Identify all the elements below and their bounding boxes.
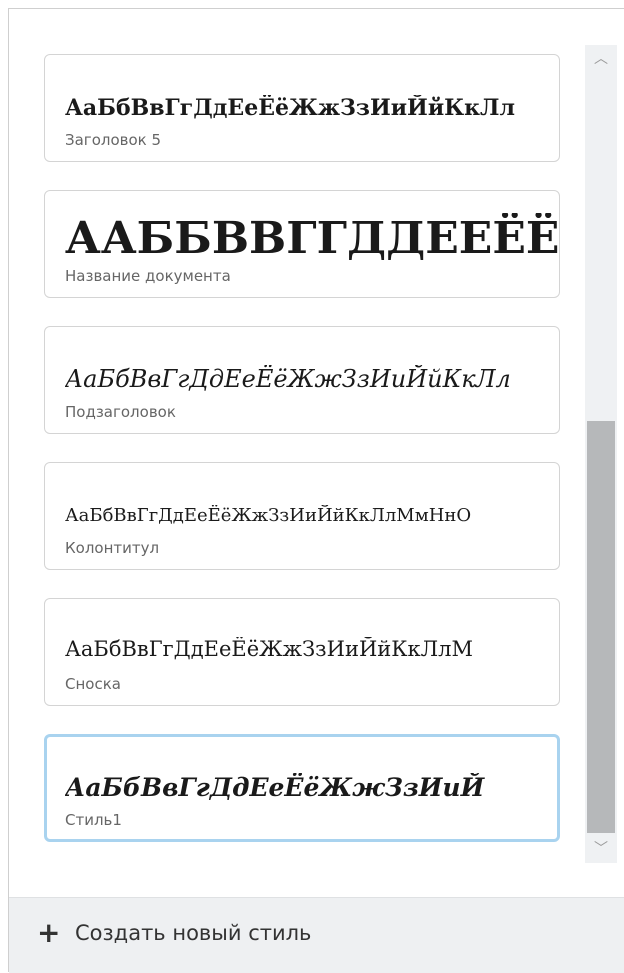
create-new-style-button[interactable]: + Создать новый стиль (9, 897, 624, 973)
style-label: Заголовок 5 (65, 131, 162, 149)
style-label: Колонтитул (65, 539, 160, 557)
style-card-document-title[interactable]: ААББВВГГДДЕЕЁЁЖЖ Название документа (44, 190, 560, 298)
style-preview: АаБбВвГгДдЕеЁёЖжЗзИиЙйКкЛлМмНнО (65, 505, 472, 526)
style-label: Сноска (65, 675, 121, 693)
style-label: Подзаголовок (65, 403, 176, 421)
style-card-heading5[interactable]: АаБбВвГгДдЕеЁёЖжЗзИиЙйКкЛл Заголовок 5 (44, 54, 560, 162)
style-card-subtitle[interactable]: АаБбВвГгДдЕеЁёЖжЗзИиЙйКкЛл Подзаголовок (44, 326, 560, 434)
style-preview: АаБбВвГгДдЕеЁёЖжЗзИиЙйКкЛл (65, 365, 511, 393)
style-card-footnote[interactable]: АаБбВвГгДдЕеЁёЖжЗзИиЙйКкЛлМ Сноска (44, 598, 560, 706)
chevron-down-icon[interactable]: ﹀ (585, 835, 617, 863)
style-list: АаБбВвГгДдЕеЁёЖжЗзИиЙйКкЛл Заголовок 5 А… (9, 9, 609, 899)
styles-panel: АаБбВвГгДдЕеЁёЖжЗзИиЙйКкЛл Заголовок 5 А… (8, 8, 624, 973)
style-label: Стиль1 (65, 811, 122, 829)
style-card-header-footer[interactable]: АаБбВвГгДдЕеЁёЖжЗзИиЙйКкЛлМмНнО Колонтит… (44, 462, 560, 570)
style-preview: ААББВВГГДДЕЕЁЁЖЖ (65, 213, 559, 264)
plus-icon: + (37, 916, 61, 949)
scrollbar-thumb[interactable] (587, 421, 615, 833)
style-preview: АаБбВвГгДдЕеЁёЖжЗзИиЙйКкЛл (65, 95, 516, 121)
chevron-up-icon[interactable]: ︿ (585, 45, 617, 73)
create-new-style-label: Создать новый стиль (75, 921, 312, 945)
style-card-style1[interactable]: АаБбВвГгДдЕеЁёЖжЗзИиЙ Стиль1 (44, 734, 560, 842)
style-preview: АаБбВвГгДдЕеЁёЖжЗзИиЙ (65, 773, 485, 802)
style-preview: АаБбВвГгДдЕеЁёЖжЗзИиЙйКкЛлМ (65, 637, 473, 661)
style-label: Название документа (65, 267, 231, 285)
vertical-scrollbar[interactable]: ︿ ﹀ (585, 45, 617, 863)
